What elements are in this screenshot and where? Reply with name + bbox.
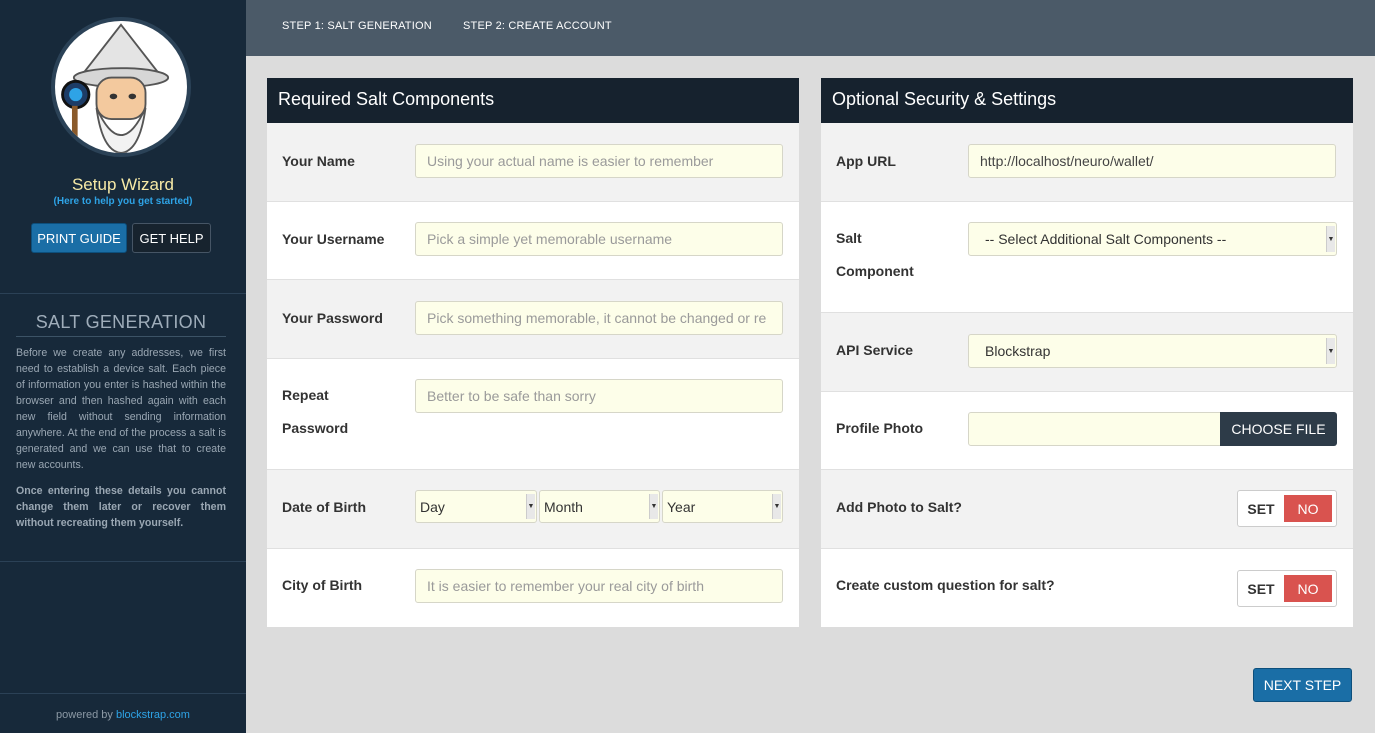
dob-label: Date of Birth bbox=[282, 499, 366, 515]
dob-year-value: Year bbox=[667, 499, 696, 515]
profile-photo-upload: CHOOSE FILE bbox=[968, 412, 1337, 446]
name-label: Your Name bbox=[282, 153, 355, 169]
tab-create-account[interactable]: STEP 2: CREATE ACCOUNT bbox=[463, 20, 612, 32]
city-label: City of Birth bbox=[282, 577, 363, 593]
toggle-no-label: NO bbox=[1284, 495, 1332, 522]
form-row-repeat-password: Repeat Password Better to be safe than s… bbox=[267, 359, 799, 470]
toggle-set-label: SET bbox=[1247, 580, 1275, 597]
chevron-down-icon: ▼ bbox=[772, 494, 781, 519]
chevron-down-icon: ▼ bbox=[649, 494, 658, 519]
add-photo-toggle[interactable]: SET NO bbox=[1237, 490, 1337, 527]
api-service-value: Blockstrap bbox=[985, 343, 1051, 359]
sidebar: Setup Wizard (Here to help you get start… bbox=[0, 0, 246, 733]
required-salt-panel: Required Salt Components Your Name Using… bbox=[267, 78, 799, 627]
wizard-title: Setup Wizard bbox=[71, 175, 175, 194]
app-url-input[interactable]: http://localhost/neuro/wallet/ bbox=[968, 144, 1336, 178]
blockstrap-link[interactable]: blockstrap.com bbox=[116, 709, 190, 721]
repeat-password-input[interactable]: Better to be safe than sorry bbox=[415, 379, 783, 413]
name-input[interactable]: Using your actual name is easier to reme… bbox=[415, 144, 783, 178]
wizard-subtitle: (Here to help you get started) bbox=[53, 196, 193, 207]
custom-question-toggle[interactable]: SET NO bbox=[1237, 570, 1337, 607]
toggle-set-label: SET bbox=[1247, 500, 1275, 517]
toggle-no-label: NO bbox=[1284, 575, 1332, 602]
get-help-button[interactable]: GET HELP bbox=[132, 223, 211, 253]
form-row-app-url: App URL http://localhost/neuro/wallet/ bbox=[821, 123, 1353, 202]
salt-component-select[interactable]: -- Select Additional Salt Components -- … bbox=[968, 222, 1337, 256]
powered-by: powered by blockstrap.com bbox=[0, 709, 246, 721]
salt-component-value: -- Select Additional Salt Components -- bbox=[985, 231, 1227, 247]
password-input[interactable]: Pick something memorable, it cannot be c… bbox=[415, 301, 783, 335]
salt-description: Before we create any addresses, we first… bbox=[16, 347, 226, 471]
salt-component-label: Component bbox=[836, 263, 914, 279]
form-row-add-photo: Add Photo to Salt? SET NO bbox=[821, 470, 1353, 549]
dob-day-value: Day bbox=[420, 499, 445, 515]
username-label: Your Username bbox=[282, 231, 385, 247]
custom-question-label: Create custom question for salt? bbox=[836, 577, 1055, 593]
form-row-username: Your Username Pick a simple yet memorabl… bbox=[267, 202, 799, 280]
wizard-avatar-image bbox=[55, 21, 187, 153]
panel-title: Required Salt Components bbox=[267, 78, 799, 123]
form-row-custom-question: Create custom question for salt? SET NO bbox=[821, 549, 1353, 627]
api-service-label: API Service bbox=[836, 342, 914, 358]
panel-title: Optional Security & Settings bbox=[821, 78, 1353, 123]
form-row-password: Your Password Pick something memorable, … bbox=[267, 280, 799, 359]
api-service-select[interactable]: Blockstrap ▼ bbox=[968, 334, 1337, 368]
next-step-button[interactable]: NEXT STEP bbox=[1253, 668, 1352, 702]
salt-component-label: Salt bbox=[836, 230, 862, 246]
chevron-down-icon: ▼ bbox=[1326, 338, 1335, 364]
profile-photo-label: Profile Photo bbox=[836, 420, 924, 436]
form-row-city: City of Birth It is easier to remember y… bbox=[267, 549, 799, 627]
powered-by-text: powered by bbox=[56, 709, 113, 721]
repeat-password-label: Repeat bbox=[282, 387, 329, 403]
chevron-down-icon: ▼ bbox=[1326, 226, 1335, 252]
form-row-profile-photo: Profile Photo CHOOSE FILE bbox=[821, 392, 1353, 470]
repeat-password-label: Password bbox=[282, 420, 349, 436]
dob-day-select[interactable]: Day ▼ bbox=[415, 490, 537, 523]
dob-month-value: Month bbox=[544, 499, 583, 515]
sidebar-divider bbox=[0, 561, 246, 562]
wizard-avatar bbox=[51, 17, 191, 157]
sidebar-divider bbox=[0, 693, 246, 694]
username-input[interactable]: Pick a simple yet memorable username bbox=[415, 222, 783, 256]
form-row-name: Your Name Using your actual name is easi… bbox=[267, 123, 799, 202]
dob-month-select[interactable]: Month ▼ bbox=[539, 490, 660, 523]
form-row-dob: Date of Birth Day ▼ Month ▼ Year ▼ bbox=[267, 470, 799, 549]
form-row-salt-component: Salt Component -- Select Additional Salt… bbox=[821, 202, 1353, 313]
print-guide-button[interactable]: PRINT GUIDE bbox=[31, 223, 127, 253]
app-url-label: App URL bbox=[836, 153, 896, 169]
dob-year-select[interactable]: Year ▼ bbox=[662, 490, 783, 523]
sidebar-divider bbox=[0, 293, 246, 294]
choose-file-button[interactable]: CHOOSE FILE bbox=[1220, 412, 1337, 446]
top-nav: STEP 1: SALT GENERATION STEP 2: CREATE A… bbox=[246, 0, 1375, 56]
optional-settings-panel: Optional Security & Settings App URL htt… bbox=[821, 78, 1353, 627]
form-row-api-service: API Service Blockstrap ▼ bbox=[821, 313, 1353, 392]
tab-salt-generation[interactable]: STEP 1: SALT GENERATION bbox=[282, 20, 432, 32]
section-title: SALT GENERATION bbox=[16, 312, 226, 337]
chevron-down-icon: ▼ bbox=[526, 494, 535, 519]
profile-photo-file-field[interactable] bbox=[968, 412, 1221, 446]
salt-warning: Once entering these details you cannot c… bbox=[16, 485, 226, 529]
city-input[interactable]: It is easier to remember your real city … bbox=[415, 569, 783, 603]
add-photo-label: Add Photo to Salt? bbox=[836, 499, 962, 515]
password-label: Your Password bbox=[282, 310, 383, 326]
